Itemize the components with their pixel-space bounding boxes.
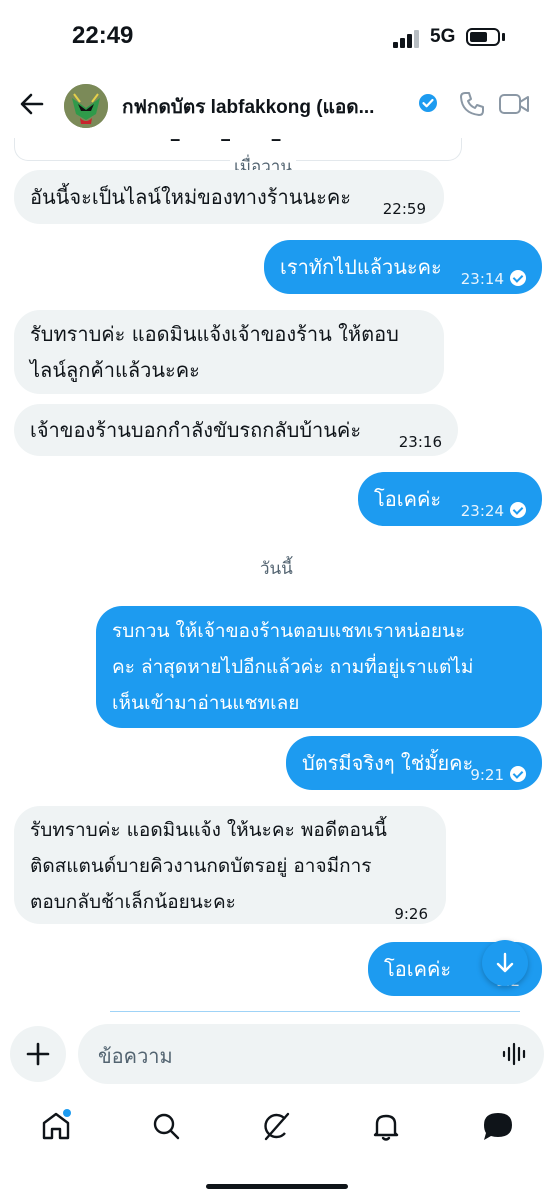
scroll-to-bottom-button[interactable]	[482, 940, 528, 986]
contact-name[interactable]: กฟกดบัตร labfakkong (แอด...	[122, 92, 412, 122]
message-incoming[interactable]: เจ้าของร้านบอกกำลังขับรถกลับบ้านค่ะ 23:1…	[14, 404, 458, 456]
arrow-down-icon	[496, 952, 514, 973]
message-text: บัตรมีจริงๆ ใช่มั้ยคะ	[302, 751, 474, 775]
nav-notifications[interactable]	[366, 1106, 406, 1146]
message-text: โอเคค่ะ	[374, 487, 442, 511]
back-button[interactable]	[16, 88, 48, 120]
nav-grok[interactable]	[256, 1106, 296, 1146]
home-icon	[42, 1109, 71, 1140]
message-text: เราทักไปแล้วนะคะ	[280, 255, 442, 279]
message-time: 23:16	[398, 433, 442, 451]
read-check-icon	[510, 270, 526, 286]
nav-home[interactable]	[36, 1106, 76, 1146]
date-separator-today: วันนี้	[256, 555, 297, 582]
composer: ข้อความ	[0, 1020, 554, 1090]
voice-call-button[interactable]	[458, 90, 486, 118]
message-time: 23:14	[460, 270, 504, 288]
message-outgoing[interactable]: บัตรมีจริงๆ ใช่มั้ยคะ 9:21	[286, 736, 542, 790]
back-arrow-icon	[20, 93, 44, 115]
conversation-header: กฟกดบัตร labfakkong (แอด...	[0, 74, 554, 138]
message-time: 23:24	[460, 502, 504, 520]
message-text-line-1: รับทราบค่ะ แอดมินแจ้งเจ้าของร้าน ให้ตอบ	[30, 322, 399, 346]
message-meta: 23:14	[461, 261, 526, 297]
message-time: 9:21	[470, 766, 504, 784]
message-placeholder: ข้อความ	[98, 1044, 173, 1068]
message-text: โอเคค่ะ	[384, 957, 452, 981]
message-outgoing[interactable]: โอเคค่ะ 23:24	[358, 472, 542, 526]
typing-divider	[110, 1011, 520, 1012]
home-indicator	[206, 1184, 348, 1189]
message-text: เจ้าของร้านบอกกำลังขับรถกลับบ้านค่ะ	[30, 418, 362, 442]
message-meta: 23:24	[461, 493, 526, 529]
voice-waveform-icon[interactable]	[502, 1042, 528, 1066]
phone-icon	[460, 92, 484, 116]
notifications-icon	[373, 1114, 399, 1141]
video-call-button[interactable]	[498, 91, 530, 117]
messages-icon	[484, 1113, 512, 1140]
avatar[interactable]	[64, 84, 108, 128]
message-incoming[interactable]: อันนี้จะเป็นไลน์ใหม่ของทางร้านนะคะ 22:59	[14, 170, 444, 224]
avatar-image	[64, 84, 108, 128]
bottom-navigation	[0, 1100, 554, 1160]
verified-badge-icon	[418, 93, 438, 113]
message-text-line-1: รบกวน ให้เจ้าของร้านตอบแชทเราหน่อยนะ	[112, 620, 466, 642]
message-time: 22:59	[382, 200, 426, 218]
nav-search[interactable]	[146, 1106, 186, 1146]
message-text-line-2: ติดสแตนด์บายคิวงานกดบัตรอยู่ อาจมีการ	[30, 855, 372, 877]
message-meta: 9:21	[470, 757, 526, 793]
message-time: 9:26	[394, 905, 428, 923]
message-text-line-2: คะ ล่าสุดหายไปอีกแล้วค่ะ ถามที่อยู่เราแต…	[112, 656, 474, 678]
message-text-line-2: ไลน์ลูกค้าแล้วนะคะ	[30, 358, 200, 382]
message-outgoing[interactable]: รบกวน ให้เจ้าของร้านตอบแชทเราหน่อยนะ คะ …	[96, 606, 542, 728]
message-text-line-1: รับทราบค่ะ แอดมินแจ้ง ให้นะคะ พอดีตอนนี้	[30, 819, 387, 841]
grok-icon	[264, 1112, 290, 1141]
search-icon	[153, 1113, 180, 1140]
message-text-line-3: เห็นเข้ามาอ่านแชทเลย	[112, 692, 300, 714]
chat-thread[interactable]: ‒‒‒ เมื่อวาน อันนี้จะเป็นไลน์ใหม่ของทางร…	[0, 0, 554, 1012]
plus-icon	[26, 1042, 50, 1066]
message-outgoing[interactable]: เราทักไปแล้วนะคะ 23:14	[264, 240, 542, 294]
video-camera-icon	[499, 94, 529, 114]
message-text: อันนี้จะเป็นไลน์ใหม่ของทางร้านนะคะ	[30, 185, 351, 209]
message-input[interactable]: ข้อความ	[78, 1024, 544, 1084]
read-check-icon	[510, 766, 526, 782]
nav-messages[interactable]	[478, 1106, 518, 1146]
message-incoming[interactable]: รับทราบค่ะ แอดมินแจ้งเจ้าของร้าน ให้ตอบ …	[14, 310, 444, 394]
message-text-line-3: ตอบกลับช้าเล็กน้อยนะคะ	[30, 891, 236, 913]
add-attachment-button[interactable]	[10, 1026, 66, 1082]
read-check-icon	[510, 502, 526, 518]
message-incoming[interactable]: รับทราบค่ะ แอดมินแจ้ง ให้นะคะ พอดีตอนนี้…	[14, 806, 446, 924]
